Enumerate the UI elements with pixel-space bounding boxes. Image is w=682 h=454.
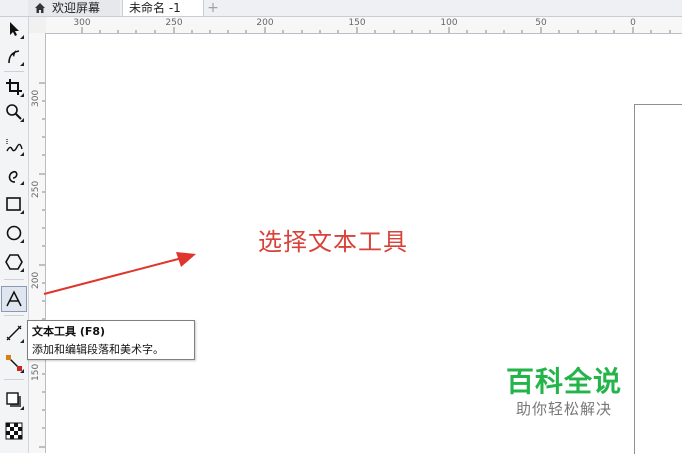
text-tool-tooltip: 文本工具 (F8) 添加和编辑段落和美术字。 (27, 320, 195, 360)
parallel-dimension-tool[interactable] (2, 321, 26, 345)
watermark-subtitle: 助你轻松解决 (516, 400, 613, 418)
vertical-ruler[interactable]: 300 250 200 150 (29, 33, 46, 453)
tooltip-title: 文本工具 (F8) (32, 325, 106, 338)
rectangle-tool[interactable] (2, 192, 26, 216)
text-tool[interactable] (1, 286, 27, 312)
vertical-ruler-ticks (39, 82, 45, 448)
connector-tool[interactable] (2, 351, 26, 375)
annotation-text: 选择文本工具 (258, 228, 408, 256)
polygon-tool[interactable] (2, 250, 26, 274)
watermark-title: 百科全说 (506, 365, 623, 398)
horizontal-ruler-ticks (81, 27, 671, 33)
document-tab-bar: 欢迎屏幕 未命名 -1 + (0, 0, 682, 17)
add-tab-button[interactable]: + (206, 0, 220, 16)
tab-welcome-label: 欢迎屏幕 (52, 1, 101, 15)
tooltip-description: 添加和编辑段落和美术字。 (32, 343, 164, 356)
ruler-origin-corner[interactable] (29, 17, 47, 34)
ellipse-tool[interactable] (2, 221, 26, 245)
artistic-media-tool[interactable] (2, 163, 26, 187)
freehand-tool[interactable] (2, 134, 26, 158)
tab-welcome-screen[interactable]: 欢迎屏幕 (28, 0, 120, 16)
tab-document[interactable]: 未命名 -1 (122, 0, 204, 16)
home-icon (35, 3, 45, 13)
toolbox (0, 17, 29, 453)
crop-tool[interactable] (2, 75, 26, 99)
horizontal-ruler[interactable]: 300 250 200 150 100 50 0 (46, 17, 682, 34)
pick-tool[interactable] (2, 17, 26, 41)
shape-tool[interactable] (2, 44, 26, 68)
zoom-tool[interactable] (2, 100, 26, 124)
checker-icon (5, 422, 23, 440)
drop-shadow-tool[interactable] (2, 388, 26, 412)
text-a-icon (6, 290, 22, 307)
transparency-tool[interactable] (2, 419, 26, 443)
watermark-logo: 百科全说 助你轻松解决 (506, 360, 646, 426)
tab-document-label: 未命名 -1 (129, 1, 181, 15)
